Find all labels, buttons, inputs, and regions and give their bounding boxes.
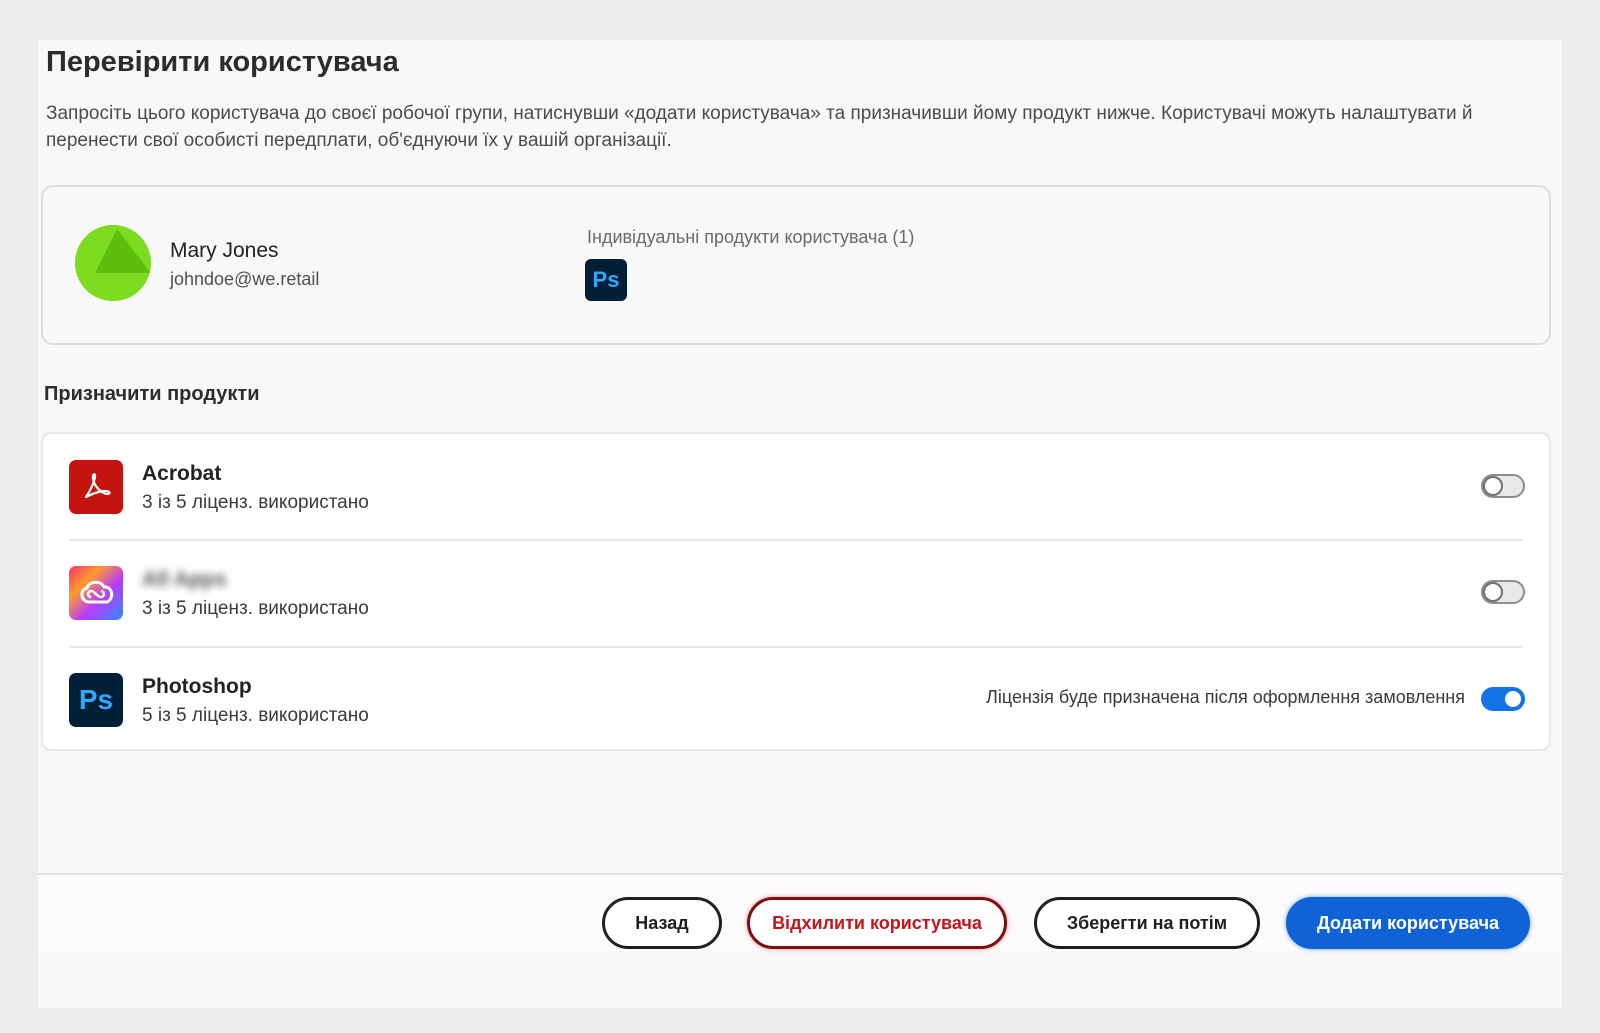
individual-products-title: Індивідуальні продукти користувача (1) [587,227,915,247]
product-name: All Apps [142,568,227,591]
assign-products-title: Призначити продукти [44,383,260,405]
creative-cloud-icon [69,566,123,620]
photoshop-icon: Ps [585,259,627,301]
acrobat-toggle[interactable] [1481,474,1525,498]
product-row-all-apps: All Apps 3 із 5 ліценз. використано [43,540,1549,645]
product-row-photoshop: Ps Photoshop 5 із 5 ліценз. використано … [43,647,1549,752]
product-usage: 3 із 5 ліценз. використано [142,598,369,619]
product-usage: 5 із 5 ліценз. використано [142,705,369,726]
back-button[interactable]: Назад [602,897,722,949]
user-card: Mary Jones johndoe@we.retail Індивідуаль… [41,185,1551,345]
add-user-button[interactable]: Додати користувача [1286,897,1530,949]
all-apps-toggle[interactable] [1481,580,1525,604]
user-name: Mary Jones [170,239,279,262]
products-list: Acrobat 3 із 5 ліценз. використано All A… [41,432,1551,751]
avatar [75,225,151,301]
license-note: Ліцензія буде призначена після оформленн… [986,687,1465,707]
product-usage: 3 із 5 ліценз. використано [142,492,369,513]
product-name: Acrobat [142,462,222,485]
product-row-acrobat: Acrobat 3 із 5 ліценз. використано [43,434,1549,539]
page-title: Перевірити користувача [46,46,399,78]
reject-user-button[interactable]: Відхилити користувача [747,897,1007,949]
photoshop-icon: Ps [69,673,123,727]
product-name: Photoshop [142,675,252,698]
save-for-later-button[interactable]: Зберегти на потім [1034,897,1260,949]
user-email: johndoe@we.retail [170,269,320,289]
review-user-dialog: Перевірити користувача Запросіть цього к… [38,40,1562,1008]
acrobat-icon [69,460,123,514]
dialog-description: Запросіть цього користувача до своєї роб… [46,103,1473,151]
dialog-footer: Назад Відхилити користувача Зберегти на … [38,875,1562,951]
photoshop-toggle[interactable] [1481,687,1525,711]
